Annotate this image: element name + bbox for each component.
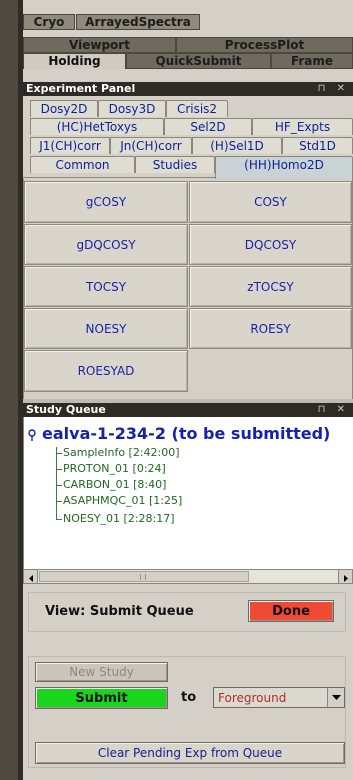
queue-item-carbon[interactable]: CARBON_01 [8:40] (63, 478, 166, 491)
dqcosy-label: DQCOSY (244, 237, 297, 252)
tree-branch-4 (56, 501, 62, 502)
tab-frame[interactable]: Frame (271, 53, 353, 69)
queue-window-controls[interactable]: ⊓ ✕ (318, 403, 349, 417)
dqcosy-button[interactable]: DQCOSY (189, 224, 352, 265)
study-queue-titlebar: Study Queue ⊓ ✕ (23, 403, 353, 417)
scroll-thumb-grip (140, 574, 146, 580)
tab-dosy2d[interactable]: Dosy2D (30, 100, 98, 117)
roesyad-label: ROESYAD (77, 364, 135, 378)
scroll-left-arrow-icon (29, 575, 33, 582)
tocsy-label: TOCSY (85, 279, 127, 294)
tab-hchettoxys[interactable]: (HC)HetToxys (30, 118, 164, 135)
tab-crisis2[interactable]: Crisis2 (166, 100, 228, 117)
tree-branch-3 (56, 485, 62, 486)
experiment-panel-title: Experiment Panel (26, 82, 136, 95)
scroll-right-button[interactable] (338, 570, 352, 583)
submit-label: Submit (75, 690, 128, 706)
tab-viewport[interactable]: Viewport (23, 37, 176, 53)
clear-pending-label: Clear Pending Exp from Queue (97, 746, 283, 760)
gdqcosy-label: gDQCOSY (76, 237, 136, 252)
tab-hhhomo2d[interactable]: (HH)Homo2D (215, 156, 353, 179)
done-label: Done (272, 603, 310, 619)
tree-branch-1 (56, 453, 62, 454)
tree-branch-2 (56, 469, 62, 470)
tab-quicksubmit[interactable]: QuickSubmit (126, 53, 271, 69)
tocsy-button[interactable]: TOCSY (24, 266, 188, 307)
ztocsy-button[interactable]: zTOCSY (189, 266, 352, 307)
experiment-panel-titlebar: Experiment Panel ⊓ ✕ (23, 82, 353, 96)
tab-hf-expts[interactable]: HF_Expts (252, 118, 353, 135)
destination-select[interactable]: Foreground (213, 687, 345, 708)
tab-processplot[interactable]: ProcessPlot (176, 37, 353, 53)
chevron-down-icon (332, 695, 341, 700)
tab-hsel1d[interactable]: (H)Sel1D (192, 137, 282, 154)
scroll-thumb[interactable] (39, 571, 249, 582)
scroll-right-arrow-icon (344, 575, 348, 582)
new-study-label: New Study (69, 665, 134, 679)
tab-dosy3d[interactable]: Dosy3D (98, 100, 166, 117)
tab-arrayedspectra[interactable]: ArrayedSpectra (76, 14, 200, 30)
to-label: to (181, 690, 197, 705)
clear-pending-button[interactable]: Clear Pending Exp from Queue (35, 742, 345, 764)
new-study-button[interactable]: New Study (35, 662, 168, 682)
tree-toggle-icon[interactable] (28, 427, 40, 441)
gdqcosy-button[interactable]: gDQCOSY (24, 224, 188, 265)
dropdown-button[interactable] (327, 688, 344, 707)
submit-button[interactable]: Submit (35, 687, 168, 709)
view-submit-queue-label: View: Submit Queue (45, 604, 194, 619)
roesyad-button[interactable]: ROESYAD (24, 350, 188, 392)
tab-holding[interactable]: Holding (23, 53, 126, 69)
noesy-label: NOESY (85, 321, 127, 336)
queue-item-asaphmqc[interactable]: ASAPHMQC_01 [1:25] (63, 494, 182, 507)
destination-value: Foreground (218, 691, 287, 705)
queue-item-sampleinfo[interactable]: SampleInfo [2:42:00] (63, 446, 180, 459)
queue-item-noesy[interactable]: NOESY_01 [2:28:17] (63, 512, 175, 525)
tab-studies[interactable]: Studies (135, 156, 215, 173)
roesy-label: ROESY (250, 321, 291, 336)
study-root-label[interactable]: ealva-1-234-2 (to be submitted) (42, 424, 330, 443)
queue-item-proton[interactable]: PROTON_01 [0:24] (63, 462, 166, 475)
ztocsy-label: zTOCSY (247, 279, 294, 294)
tree-branch-5 (56, 519, 62, 520)
roesy-button[interactable]: ROESY (189, 308, 352, 349)
tab-cryo[interactable]: Cryo (23, 14, 75, 30)
cosy-label: COSY (254, 195, 287, 209)
study-queue-title: Study Queue (26, 403, 106, 416)
tab-jnchcorr[interactable]: Jn(CH)corr (110, 137, 192, 154)
panel-window-controls[interactable]: ⊓ ✕ (318, 82, 349, 96)
cosy-button[interactable]: COSY (189, 181, 352, 223)
tree-vertical-line (56, 447, 57, 520)
tab-common[interactable]: Common (30, 156, 135, 173)
tab-sel2d[interactable]: Sel2D (164, 118, 252, 135)
tab-j1chcorr[interactable]: J1(CH)corr (30, 137, 110, 154)
done-button[interactable]: Done (248, 600, 334, 622)
tab-std1d[interactable]: Std1D (282, 137, 353, 154)
horizontal-scrollbar[interactable] (23, 569, 353, 584)
gcosy-button[interactable]: gCOSY (24, 181, 188, 223)
scroll-left-button[interactable] (24, 570, 38, 583)
noesy-button[interactable]: NOESY (24, 308, 188, 349)
gcosy-label: gCOSY (85, 195, 127, 209)
